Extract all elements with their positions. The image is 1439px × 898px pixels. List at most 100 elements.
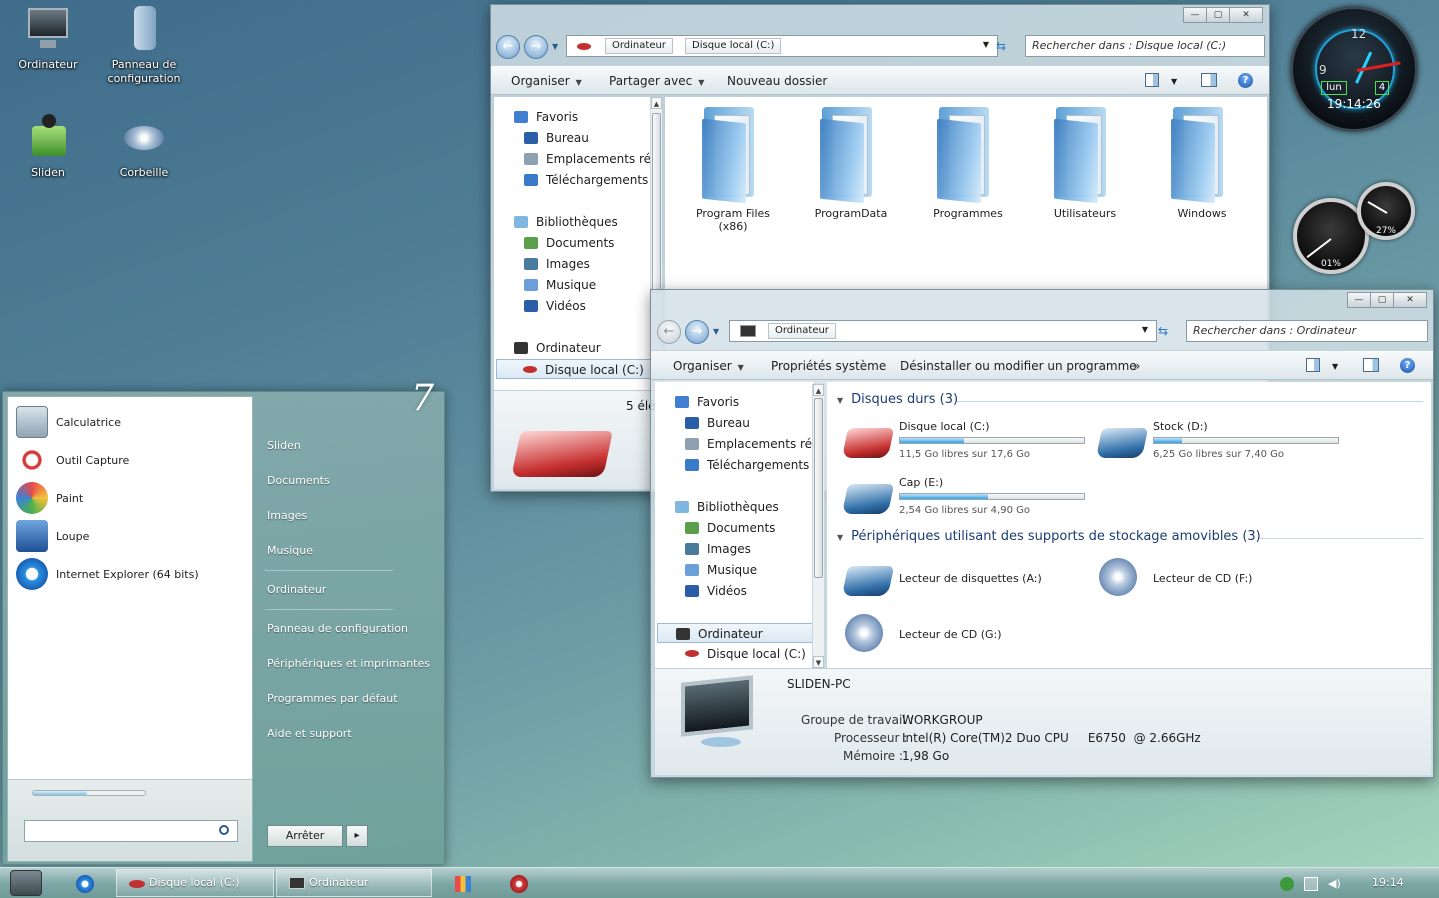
nav-libraries[interactable]: Bibliothèques	[514, 212, 653, 232]
program-magnifier[interactable]: Loupe	[16, 519, 89, 553]
maximize-button[interactable]: ▢	[1206, 7, 1230, 23]
folder-item[interactable]: Program Files (x86)	[683, 107, 783, 233]
nav-downloads[interactable]: Téléchargements	[685, 455, 814, 475]
breadcrumb-local-disk[interactable]: Disque local (C:)	[685, 38, 782, 54]
nav-videos[interactable]: Vidéos	[685, 581, 814, 601]
new-folder-button[interactable]: Nouveau dossier	[727, 74, 827, 88]
program-internet-explorer[interactable]: Internet Explorer (64 bits)	[16, 557, 199, 591]
organize-button[interactable]: Organiser ▼	[511, 74, 582, 88]
nav-music[interactable]: Musique	[524, 275, 653, 295]
search-input[interactable]: Rechercher dans : Disque local (C:)	[1025, 35, 1265, 57]
navigation-pane[interactable]: Favoris Bureau Emplacements récents Télé…	[655, 382, 815, 668]
help-icon[interactable]: ?	[1400, 358, 1415, 373]
start-link-images[interactable]: Images	[267, 509, 307, 522]
app-taskbar-icon[interactable]	[510, 875, 528, 893]
chart-app-taskbar-icon[interactable]	[455, 876, 471, 892]
nav-music[interactable]: Musique	[685, 560, 814, 580]
window-titlebar[interactable]: — ▢ ✕	[491, 5, 1269, 31]
scroll-up-arrow[interactable]: ▲	[651, 97, 662, 109]
folder-item[interactable]: Programmes	[918, 107, 1018, 220]
start-link-help[interactable]: Aide et support	[267, 727, 352, 740]
preview-pane-icon[interactable]	[1201, 73, 1217, 87]
clock-gadget[interactable]: 12 9 lun 4 19:14:26	[1290, 6, 1418, 132]
uninstall-program-button[interactable]: Désinstaller ou modifier un programme	[900, 359, 1137, 373]
nav-scrollbar[interactable]: ▲ ▼	[812, 384, 824, 668]
maximize-button[interactable]: ▢	[1370, 292, 1394, 308]
network-icon[interactable]	[1304, 877, 1318, 891]
nav-favorites[interactable]: Favoris	[675, 392, 814, 412]
navigation-pane[interactable]: Favoris Bureau Emplacements récents Télé…	[494, 97, 654, 390]
minimize-button[interactable]: —	[1183, 7, 1207, 23]
shutdown-options-button[interactable]: ▸	[346, 825, 368, 847]
nav-favorites[interactable]: Favoris	[514, 107, 653, 127]
nav-documents[interactable]: Documents	[685, 518, 814, 538]
scroll-thumb[interactable]	[652, 113, 661, 293]
nav-computer[interactable]: Ordinateur	[514, 338, 653, 358]
nav-recent-places[interactable]: Emplacements récents	[524, 149, 653, 169]
nav-documents[interactable]: Documents	[524, 233, 653, 253]
search-input[interactable]: Rechercher dans : Ordinateur	[1186, 320, 1428, 342]
program-calculator[interactable]: Calculatrice	[16, 405, 121, 439]
start-link-control-panel[interactable]: Panneau de configuration	[267, 622, 408, 635]
nav-libraries[interactable]: Bibliothèques	[675, 497, 814, 517]
program-snipping-tool[interactable]: Outil Capture	[16, 443, 129, 477]
start-link-documents[interactable]: Documents	[267, 474, 330, 487]
history-dropdown-icon[interactable]: ▼	[552, 42, 558, 51]
organize-button[interactable]: Organiser ▼	[673, 359, 744, 373]
start-link-devices-printers[interactable]: Périphériques et imprimantes	[267, 657, 430, 670]
scroll-down-arrow[interactable]: ▼	[813, 656, 824, 668]
taskbar-item-computer[interactable]: Ordinateur	[276, 869, 432, 897]
nav-images[interactable]: Images	[685, 539, 814, 559]
views-dropdown-icon[interactable]: ▼	[1171, 77, 1177, 86]
refresh-icon[interactable]: ⇆	[1158, 324, 1168, 338]
start-link-default-programs[interactable]: Programmes par défaut	[267, 692, 398, 705]
forward-button[interactable]: →	[524, 35, 548, 59]
more-commands-button[interactable]: »	[1133, 359, 1140, 373]
history-dropdown-icon[interactable]: ▼	[713, 327, 719, 336]
scroll-up-arrow[interactable]: ▲	[813, 384, 824, 396]
preview-pane-icon[interactable]	[1363, 358, 1379, 372]
group-header-hard-drives[interactable]: ▼ Disques durs (3)	[837, 392, 958, 407]
folder-item[interactable]: Utilisateurs	[1035, 107, 1135, 220]
start-search-input[interactable]	[24, 820, 238, 842]
help-icon[interactable]: ?	[1238, 73, 1253, 88]
start-button[interactable]	[10, 870, 42, 896]
nav-local-disk[interactable]: Disque local (C:)	[496, 359, 653, 379]
share-with-button[interactable]: Partager avec ▼	[609, 74, 704, 88]
group-header-removable[interactable]: ▼ Périphériques utilisant des supports de…	[837, 529, 1261, 544]
drives-view[interactable]: ▼ Disques durs (3) Disque local (C:) 11,5…	[827, 382, 1431, 668]
folder-item[interactable]: ProgramData	[801, 107, 901, 220]
taskbar-item-local-disk[interactable]: Disque local (C:)	[116, 869, 274, 897]
nav-computer[interactable]: Ordinateur	[657, 623, 814, 643]
nav-recent-places[interactable]: Emplacements récents	[685, 434, 814, 454]
memory-gauge[interactable]: 27%	[1357, 182, 1415, 240]
start-menu[interactable]: 7 Calculatrice Outil Capture Paint Loupe…	[2, 378, 445, 865]
views-dropdown-icon[interactable]: ▼	[1332, 362, 1338, 371]
nav-videos[interactable]: Vidéos	[524, 296, 653, 316]
desktop-icon-user[interactable]: Sliden	[0, 114, 96, 180]
back-button[interactable]: ←	[657, 320, 681, 344]
scroll-thumb[interactable]	[814, 398, 823, 578]
address-dropdown-icon[interactable]: ▼	[983, 40, 989, 49]
safely-remove-icon[interactable]	[1280, 877, 1294, 891]
desktop-icon-control-panel[interactable]: Panneau de configuration	[96, 6, 192, 86]
breadcrumb-computer[interactable]: Ordinateur	[768, 323, 836, 339]
back-button[interactable]: ←	[496, 35, 520, 59]
window-titlebar[interactable]: — ▢ ✕	[651, 290, 1433, 316]
desktop-icon-recycle-bin[interactable]: Corbeille	[96, 114, 192, 180]
close-button[interactable]: ✕	[1393, 292, 1427, 308]
nav-images[interactable]: Images	[524, 254, 653, 274]
views-icon[interactable]	[1306, 358, 1320, 372]
folder-item[interactable]: Windows	[1152, 107, 1252, 220]
refresh-icon[interactable]: ⇆	[996, 39, 1006, 53]
desktop-icon-computer[interactable]: Ordinateur	[0, 6, 96, 72]
nav-downloads[interactable]: Téléchargements	[524, 170, 653, 190]
address-dropdown-icon[interactable]: ▼	[1142, 325, 1148, 334]
system-properties-button[interactable]: Propriétés système	[771, 359, 886, 373]
close-button[interactable]: ✕	[1229, 7, 1263, 23]
internet-explorer-taskbar-icon[interactable]	[76, 875, 94, 893]
nav-desktop[interactable]: Bureau	[685, 413, 814, 433]
minimize-button[interactable]: —	[1347, 292, 1371, 308]
views-icon[interactable]	[1145, 73, 1159, 87]
program-paint[interactable]: Paint	[16, 481, 83, 515]
